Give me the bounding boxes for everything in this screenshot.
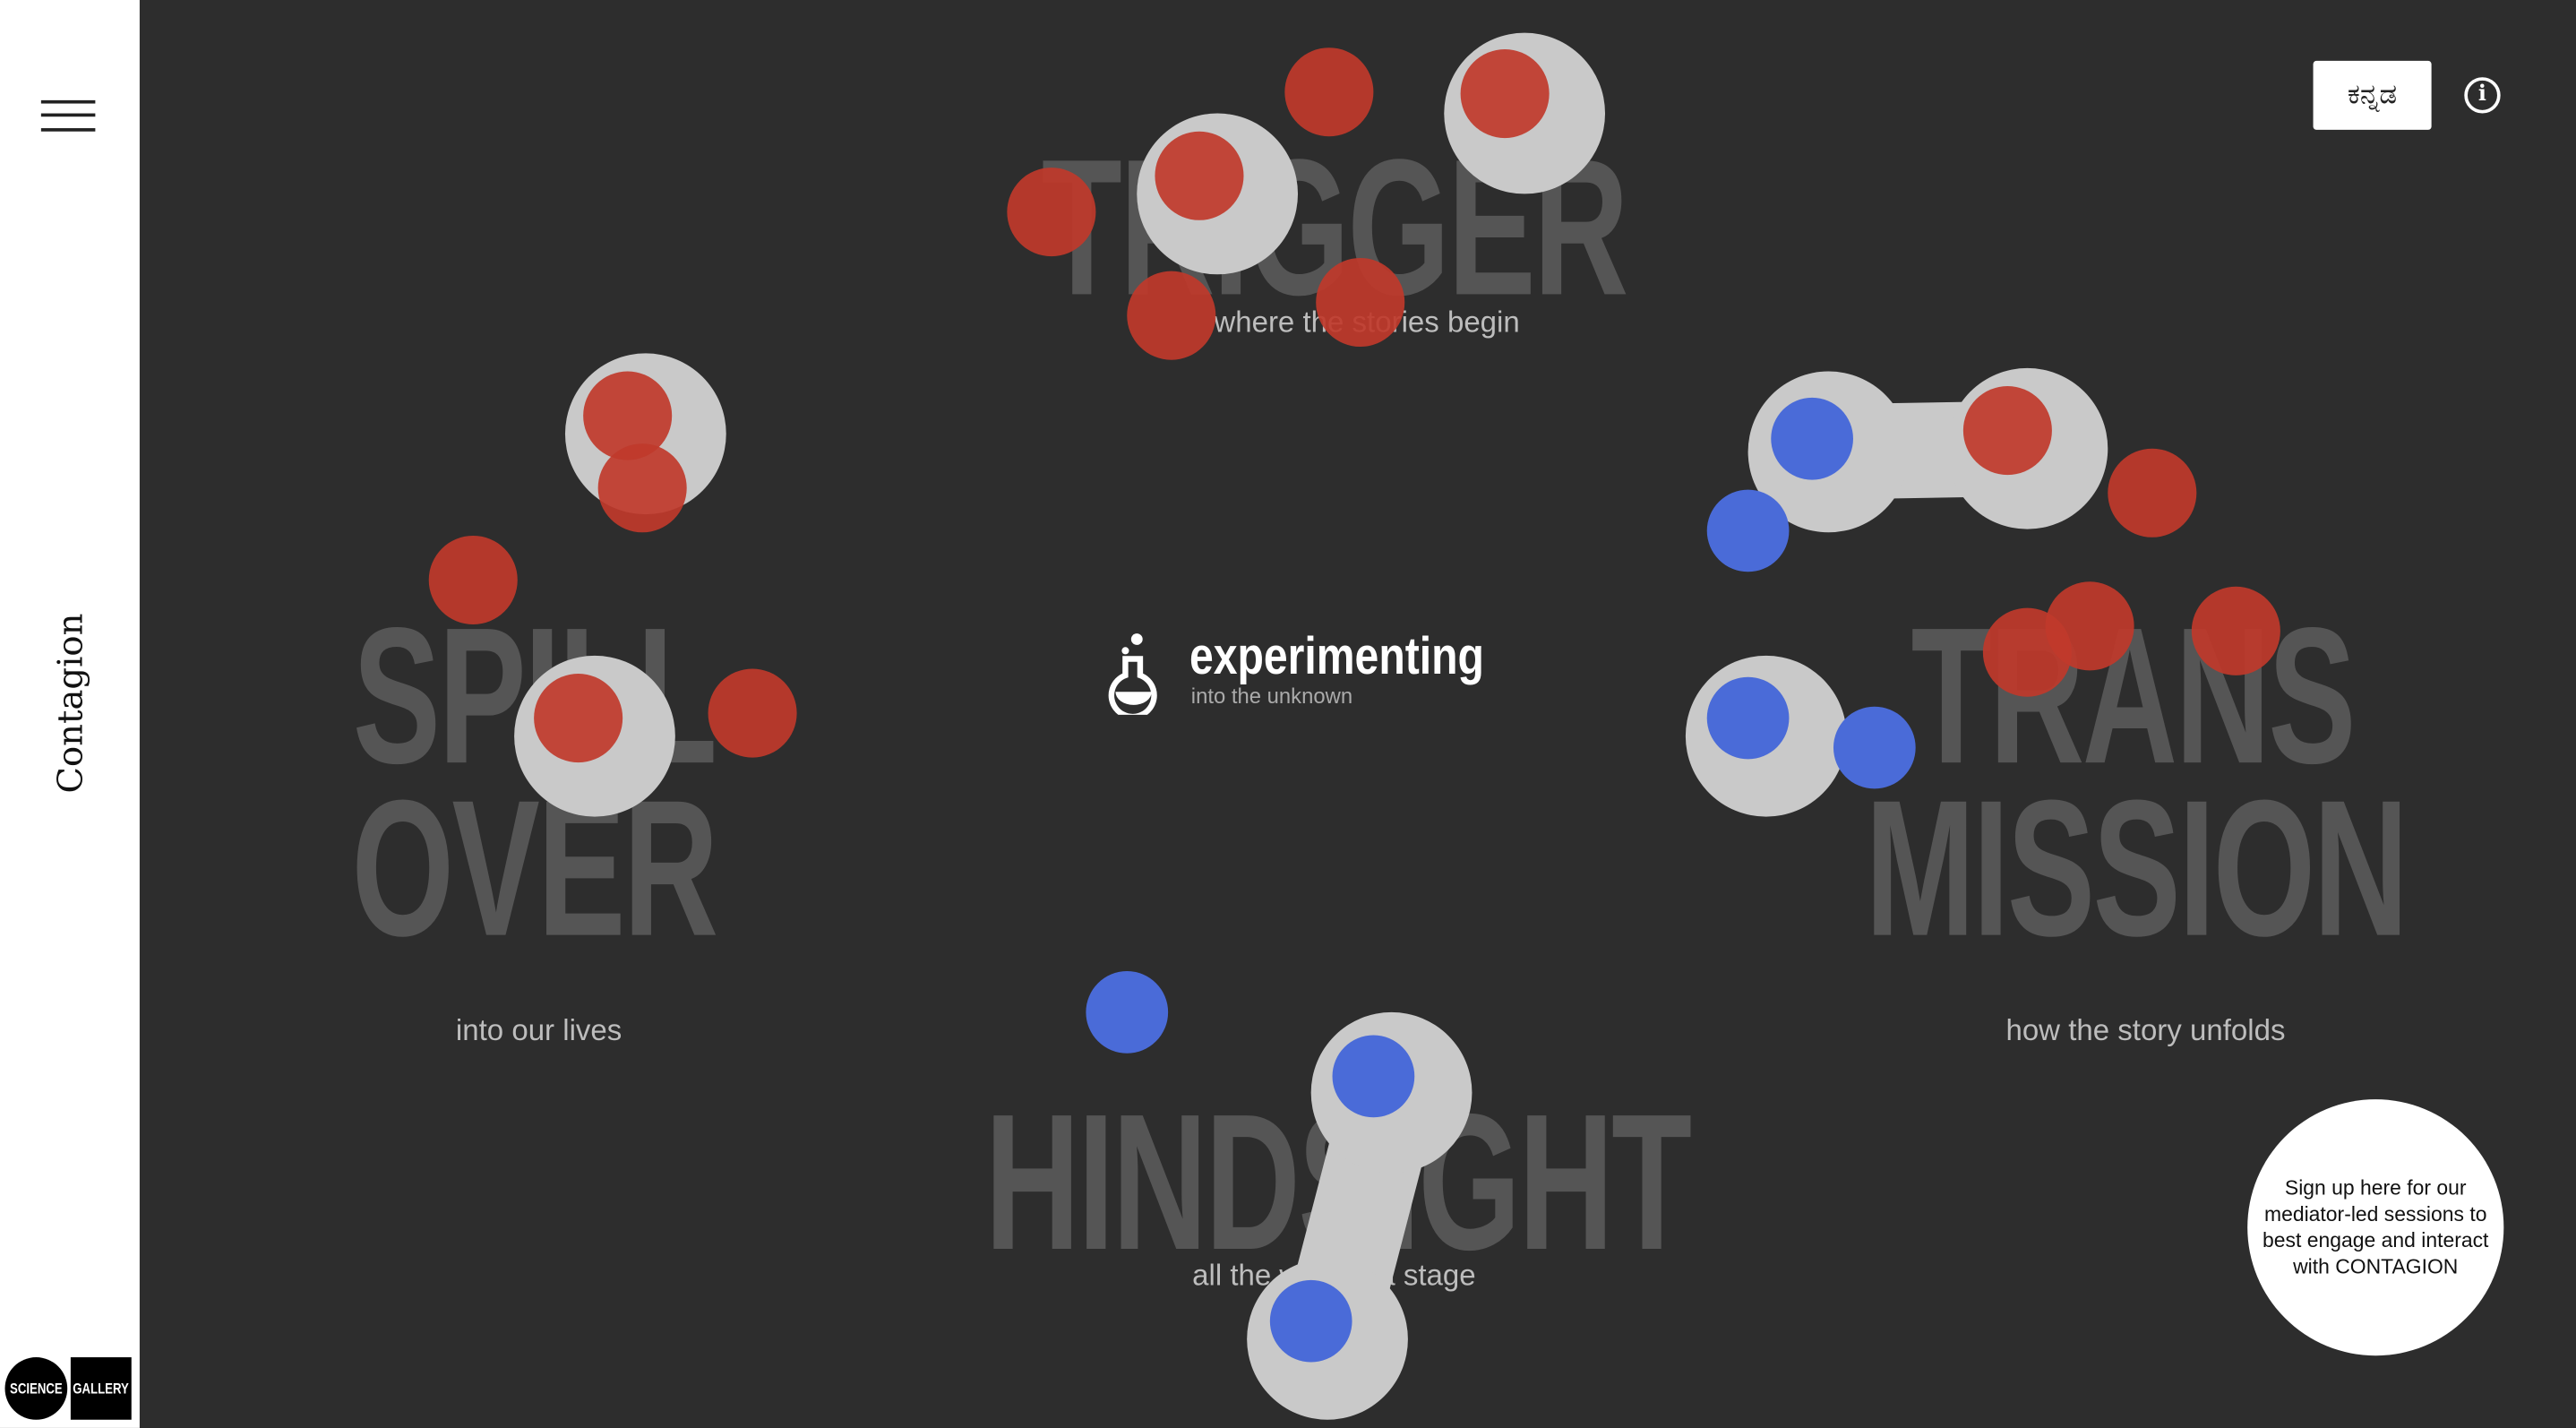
blue-dot (1086, 971, 1169, 1054)
red-dot (1962, 386, 2052, 476)
red-dot (597, 443, 687, 533)
page: Contagion SCIENCE GALLERY TRIGGER where … (0, 0, 2576, 1428)
red-dot (2108, 448, 2197, 538)
red-dot (534, 674, 623, 763)
language-button[interactable]: ಕನ್ನಡ (2313, 60, 2432, 130)
blue-dot (1833, 706, 1916, 789)
contagion-bubbles (428, 32, 2280, 1420)
signup-bubble[interactable]: Sign up here for our mediator-led sessio… (2247, 1099, 2504, 1356)
blue-dot (1706, 676, 1790, 760)
red-dot (1127, 271, 1216, 360)
experimenting-subtitle: into the unknown (1190, 684, 1353, 709)
blue-dot (1332, 1035, 1415, 1118)
red-dot (428, 535, 518, 624)
red-dot (1316, 257, 1405, 348)
red-dot (1284, 47, 1374, 137)
experimenting-title: experimenting (1189, 625, 1484, 685)
red-dot (1460, 49, 1550, 139)
flask-icon (1108, 633, 1157, 715)
red-dot (2045, 581, 2134, 671)
red-dot (1155, 131, 1244, 220)
signup-text: Sign up here for our mediator-led sessio… (2263, 1176, 2489, 1279)
red-dot (708, 668, 797, 758)
red-dot (1007, 168, 1096, 257)
info-icon[interactable]: i (2464, 77, 2501, 114)
blue-dot (1269, 1279, 1352, 1363)
red-dot (2191, 586, 2280, 675)
blue-dot (1771, 397, 1853, 480)
blue-dot (1706, 489, 1790, 572)
